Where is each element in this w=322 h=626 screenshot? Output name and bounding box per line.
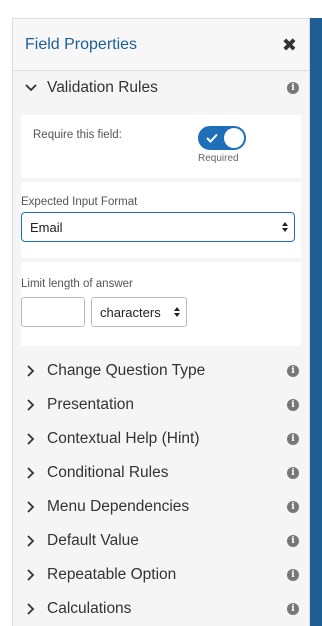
- chevron-right-icon: [27, 399, 35, 411]
- section-label: Repeatable Option: [47, 566, 177, 583]
- section-calculations[interactable]: Calculations i: [13, 592, 309, 626]
- check-icon: [206, 133, 218, 143]
- chevron-right-icon: [27, 569, 35, 581]
- info-icon[interactable]: i: [287, 535, 299, 547]
- limit-unit-value: characters: [100, 304, 161, 320]
- panel-header: Field Properties ✖: [13, 19, 309, 71]
- input-format-card: Expected Input Format Email: [21, 182, 301, 258]
- limit-unit-select[interactable]: characters: [91, 297, 187, 327]
- info-icon[interactable]: i: [287, 399, 299, 411]
- section-label: Presentation: [47, 396, 135, 413]
- section-label: Menu Dependencies: [47, 498, 190, 515]
- required-toggle[interactable]: [198, 126, 246, 150]
- section-label: Calculations: [47, 600, 132, 617]
- section-label: Validation Rules: [47, 79, 158, 96]
- info-icon[interactable]: i: [287, 467, 299, 479]
- input-format-select[interactable]: Email: [21, 212, 295, 242]
- section-repeatable-option[interactable]: Repeatable Option i: [13, 558, 309, 592]
- close-icon[interactable]: ✖: [282, 36, 297, 54]
- required-caption: Required: [198, 153, 239, 164]
- chevron-right-icon: [27, 365, 35, 377]
- validation-rules-content: Require this field: Required Expected In…: [13, 105, 309, 354]
- info-icon[interactable]: i: [287, 603, 299, 615]
- chevron-right-icon: [27, 535, 35, 547]
- select-arrows-icon: [174, 307, 180, 317]
- limit-length-label: Limit length of answer: [21, 278, 133, 290]
- section-conditional-rules[interactable]: Conditional Rules i: [13, 456, 309, 490]
- chevron-down-icon: [25, 84, 37, 92]
- info-icon[interactable]: i: [287, 82, 299, 94]
- input-format-value: Email: [30, 219, 63, 235]
- info-icon[interactable]: i: [287, 501, 299, 513]
- toggle-knob: [224, 128, 244, 148]
- chevron-right-icon: [27, 467, 35, 479]
- input-format-label: Expected Input Format: [21, 196, 138, 208]
- require-field-label: Require this field:: [33, 129, 122, 141]
- section-contextual-help[interactable]: Contextual Help (Hint) i: [13, 422, 309, 456]
- section-label: Change Question Type: [47, 362, 206, 379]
- section-label: Default Value: [47, 532, 139, 549]
- section-default-value[interactable]: Default Value i: [13, 524, 309, 558]
- require-field-card: Require this field: Required: [21, 115, 301, 178]
- section-label: Contextual Help (Hint): [47, 430, 200, 447]
- info-icon[interactable]: i: [287, 365, 299, 377]
- info-icon[interactable]: i: [287, 569, 299, 581]
- chevron-right-icon: [27, 501, 35, 513]
- section-validation-rules[interactable]: Validation Rules i: [13, 71, 309, 105]
- right-edge-bar: [310, 18, 322, 626]
- section-label: Conditional Rules: [47, 464, 169, 481]
- field-properties-panel: Field Properties ✖ Validation Rules i Re…: [12, 18, 310, 626]
- section-menu-dependencies[interactable]: Menu Dependencies i: [13, 490, 309, 524]
- limit-length-card: Limit length of answer characters: [21, 262, 301, 346]
- panel-title: Field Properties: [25, 35, 138, 53]
- section-presentation[interactable]: Presentation i: [13, 388, 309, 422]
- section-change-question-type[interactable]: Change Question Type i: [13, 354, 309, 388]
- chevron-right-icon: [27, 603, 35, 615]
- chevron-right-icon: [27, 433, 35, 445]
- select-arrows-icon: [282, 222, 288, 232]
- info-icon[interactable]: i: [287, 433, 299, 445]
- limit-length-input[interactable]: [21, 297, 85, 327]
